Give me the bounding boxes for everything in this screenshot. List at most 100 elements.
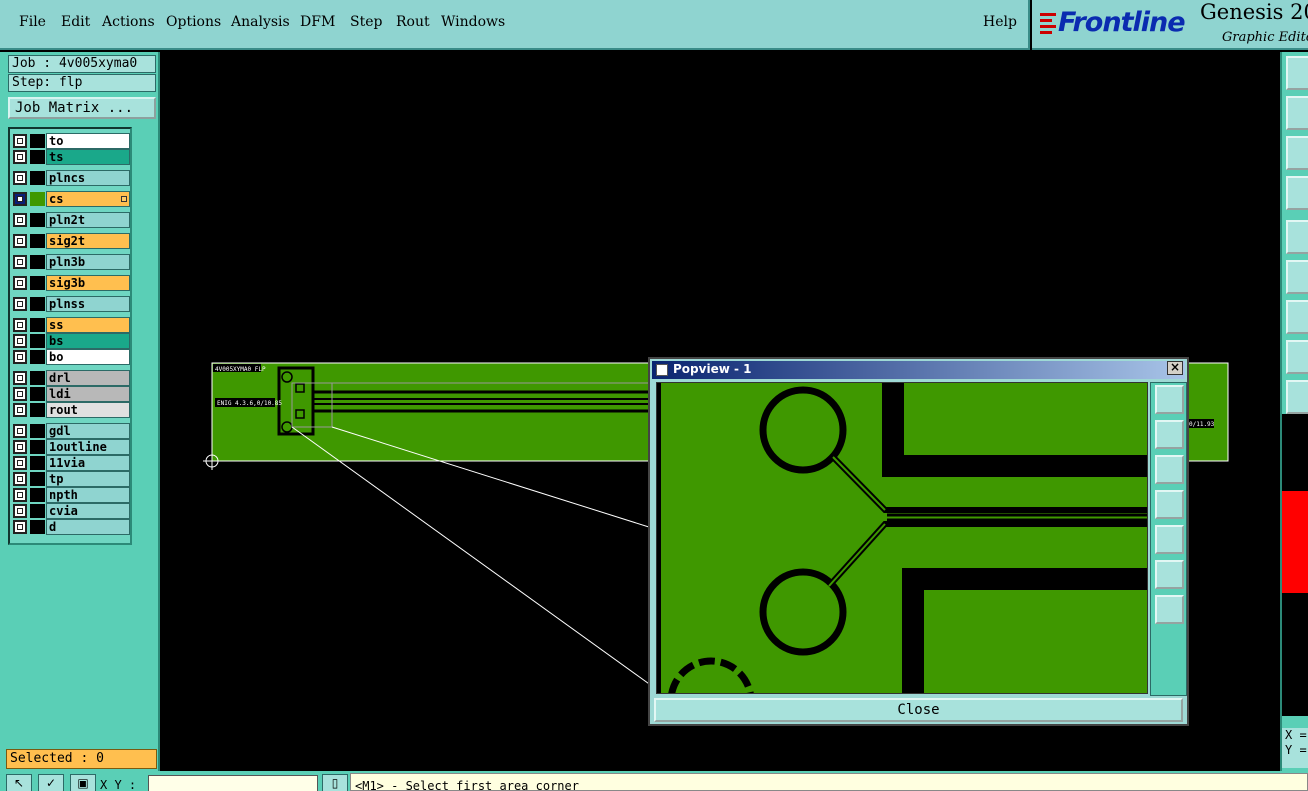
layer-name[interactable]: ts — [46, 149, 130, 165]
layer-row-gdl[interactable]: gdl — [12, 423, 130, 439]
layer-name[interactable]: pln2t — [46, 212, 130, 228]
layer-row-sig2t[interactable]: sig2t — [12, 233, 130, 249]
layer-checkbox[interactable] — [13, 504, 27, 518]
xy-input[interactable] — [148, 775, 318, 791]
layer-checkbox[interactable] — [13, 171, 27, 185]
layer-name[interactable]: bs — [46, 333, 130, 349]
layer-name[interactable]: plnss — [46, 296, 130, 312]
menu-file[interactable]: File — [19, 14, 46, 30]
layer-color-swatch[interactable] — [30, 371, 45, 385]
layer-checkbox[interactable] — [13, 255, 27, 269]
menu-edit[interactable]: Edit — [61, 14, 90, 30]
layer-name[interactable]: bo — [46, 349, 130, 365]
menu-options[interactable]: Options — [166, 14, 221, 30]
menu-rout[interactable]: Rout — [396, 14, 430, 30]
zoom-fit-icon[interactable] — [1155, 385, 1184, 414]
layer-checkbox[interactable] — [13, 334, 27, 348]
layer-name[interactable]: sig3b — [46, 275, 130, 291]
tool-snap-icon[interactable] — [1286, 340, 1308, 374]
layer-name[interactable]: ss — [46, 317, 130, 333]
layer-name[interactable]: tp — [46, 471, 130, 487]
layer-checkbox[interactable] — [13, 456, 27, 470]
layer-name[interactable]: pln3b — [46, 254, 130, 270]
layer-color-swatch[interactable] — [30, 472, 45, 486]
tool-pad-icon[interactable] — [1286, 220, 1308, 254]
layer-row-rout[interactable]: rout — [12, 402, 130, 418]
layer-checkbox[interactable] — [13, 150, 27, 164]
layer-name[interactable]: gdl — [46, 423, 130, 439]
pan-left-icon[interactable] — [1155, 490, 1184, 519]
layer-row-sig3b[interactable]: sig3b — [12, 275, 130, 291]
layer-row-ss[interactable]: ss — [12, 317, 130, 333]
layer-name[interactable]: sig2t — [46, 233, 130, 249]
menu-dfm[interactable]: DFM — [300, 14, 335, 30]
menu-step[interactable]: Step — [350, 14, 382, 30]
zoom-in-icon[interactable] — [1155, 560, 1184, 589]
layer-color-swatch[interactable] — [30, 255, 45, 269]
layer-checkbox[interactable] — [13, 213, 27, 227]
layer-name[interactable]: npth — [46, 487, 130, 503]
layer-checkbox[interactable] — [13, 234, 27, 248]
tool-angle-icon[interactable] — [1286, 380, 1308, 414]
layer-row-plncs[interactable]: plncs — [12, 170, 130, 186]
layer-name[interactable]: cvia — [46, 503, 130, 519]
layer-row-to[interactable]: to — [12, 133, 130, 149]
layer-row-cs[interactable]: cs — [12, 191, 130, 207]
layer-color-swatch[interactable] — [30, 150, 45, 164]
layer-color-swatch[interactable] — [30, 350, 45, 364]
layer-row-bo[interactable]: bo — [12, 349, 130, 365]
tool-move-icon[interactable] — [1286, 96, 1308, 130]
close-icon[interactable]: × — [1167, 361, 1183, 375]
tool-resize-icon[interactable] — [1286, 136, 1308, 170]
tool-route-icon[interactable] — [1286, 176, 1308, 210]
check-tool-icon[interactable]: ✓ — [38, 774, 64, 791]
layer-color-swatch[interactable] — [30, 504, 45, 518]
menu-help[interactable]: Help — [983, 14, 1017, 30]
layer-name[interactable]: d — [46, 519, 130, 535]
arrow-tool-icon[interactable]: ↖ — [6, 774, 32, 791]
popview-close-button[interactable]: Close — [654, 698, 1183, 722]
layer-checkbox[interactable] — [13, 192, 27, 206]
layer-checkbox[interactable] — [13, 440, 27, 454]
layer-row-11via[interactable]: 11via — [12, 455, 130, 471]
layer-color-swatch[interactable] — [30, 520, 45, 534]
layer-row-pln2t[interactable]: pln2t — [12, 212, 130, 228]
pan-right-icon[interactable] — [1155, 525, 1184, 554]
tool-net-icon[interactable] — [1286, 260, 1308, 294]
keyboard-icon[interactable]: ▯ — [322, 774, 348, 791]
layer-row-npth[interactable]: npth — [12, 487, 130, 503]
layer-name[interactable]: 11via — [46, 455, 130, 471]
layer-color-swatch[interactable] — [30, 440, 45, 454]
layer-checkbox[interactable] — [13, 318, 27, 332]
layer-name[interactable]: drl — [46, 370, 130, 386]
layer-row-tp[interactable]: tp — [12, 471, 130, 487]
layer-name[interactable]: to — [46, 133, 130, 149]
layer-checkbox[interactable] — [13, 424, 27, 438]
layer-name[interactable]: ldi — [46, 386, 130, 402]
window-tool-icon[interactable]: ▣ — [70, 774, 96, 791]
layer-row-d[interactable]: d — [12, 519, 130, 535]
menu-analysis[interactable]: Analysis — [231, 14, 290, 30]
layer-checkbox[interactable] — [13, 520, 27, 534]
layer-color-swatch[interactable] — [30, 171, 45, 185]
layer-checkbox[interactable] — [13, 387, 27, 401]
layer-color-swatch[interactable] — [30, 213, 45, 227]
layer-checkbox[interactable] — [13, 403, 27, 417]
layer-row-1outline[interactable]: 1outline — [12, 439, 130, 455]
layer-checkbox[interactable] — [13, 350, 27, 364]
layer-color-swatch[interactable] — [30, 424, 45, 438]
popview-titlebar[interactable]: Popview - 1 — [652, 361, 1185, 379]
layer-color-swatch[interactable] — [30, 134, 45, 148]
layer-checkbox[interactable] — [13, 276, 27, 290]
layer-row-drl[interactable]: drl — [12, 370, 130, 386]
pan-up-icon[interactable] — [1155, 420, 1184, 449]
layer-checkbox[interactable] — [13, 488, 27, 502]
layer-color-swatch[interactable] — [30, 276, 45, 290]
layer-row-pln3b[interactable]: pln3b — [12, 254, 130, 270]
menu-actions[interactable]: Actions — [102, 14, 155, 30]
layer-name[interactable]: cs — [46, 191, 130, 207]
layer-color-swatch[interactable] — [30, 297, 45, 311]
zoom-out-icon[interactable] — [1155, 595, 1184, 624]
layer-color-swatch[interactable] — [30, 387, 45, 401]
tool-measure-icon[interactable] — [1286, 300, 1308, 334]
